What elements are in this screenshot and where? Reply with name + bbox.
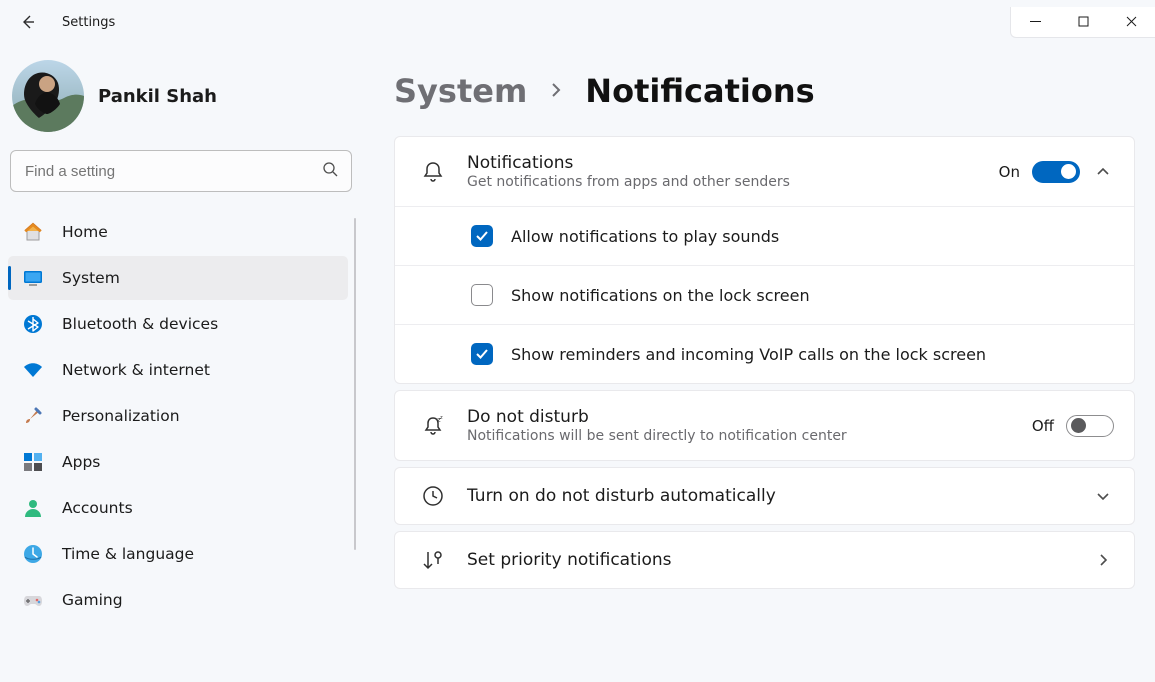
window-title: Settings bbox=[62, 15, 115, 30]
home-icon bbox=[22, 221, 44, 243]
breadcrumb-parent[interactable]: System bbox=[394, 72, 527, 110]
clock-icon bbox=[419, 484, 447, 508]
row-title: Notifications bbox=[467, 153, 979, 173]
checkbox[interactable] bbox=[471, 225, 493, 247]
chevron-right-icon bbox=[549, 82, 563, 101]
priority-icon bbox=[419, 548, 447, 572]
checkbox[interactable] bbox=[471, 343, 493, 365]
row-dnd[interactable]: zz Do not disturb Notifications will be … bbox=[395, 391, 1134, 460]
chevron-right-icon[interactable] bbox=[1092, 553, 1114, 567]
row-title: Set priority notifications bbox=[467, 550, 1072, 570]
dnd-bell-icon: zz bbox=[419, 414, 447, 438]
card-dnd: zz Do not disturb Notifications will be … bbox=[394, 390, 1135, 461]
sidebar-item-bluetooth[interactable]: Bluetooth & devices bbox=[8, 302, 348, 346]
close-button[interactable] bbox=[1107, 7, 1155, 37]
sidebar-item-time[interactable]: Time & language bbox=[8, 532, 348, 576]
sidebar-item-personalization[interactable]: Personalization bbox=[8, 394, 348, 438]
dnd-toggle[interactable] bbox=[1066, 415, 1114, 437]
search-icon bbox=[322, 161, 338, 181]
sidebar-item-label: Personalization bbox=[62, 407, 180, 425]
option-label: Show reminders and incoming VoIP calls o… bbox=[511, 345, 986, 364]
row-auto-dnd[interactable]: Turn on do not disturb automatically bbox=[395, 468, 1134, 524]
minimize-icon bbox=[1030, 16, 1041, 27]
card-auto-dnd: Turn on do not disturb automatically bbox=[394, 467, 1135, 525]
back-button[interactable] bbox=[14, 8, 42, 36]
system-icon bbox=[22, 267, 44, 289]
svg-text:z: z bbox=[440, 415, 443, 421]
close-icon bbox=[1126, 16, 1137, 27]
title-bar: Settings bbox=[0, 0, 1155, 44]
profile-name: Pankil Shah bbox=[98, 86, 217, 107]
sidebar-item-label: Network & internet bbox=[62, 361, 210, 379]
row-title: Do not disturb bbox=[467, 407, 1012, 427]
sidebar-item-network[interactable]: Network & internet bbox=[8, 348, 348, 392]
sidebar: Pankil Shah Home System bbox=[0, 44, 358, 682]
search-container bbox=[10, 150, 352, 192]
toggle-state-label: On bbox=[999, 163, 1020, 181]
wifi-icon bbox=[22, 359, 44, 381]
option-label: Allow notifications to play sounds bbox=[511, 227, 779, 246]
chevron-down-icon[interactable] bbox=[1092, 489, 1114, 503]
window-controls bbox=[1010, 7, 1155, 38]
option-lockscreen[interactable]: Show notifications on the lock screen bbox=[395, 265, 1134, 324]
nav: Home System Bluetooth & devices Network … bbox=[8, 210, 358, 622]
card-priority: Set priority notifications bbox=[394, 531, 1135, 589]
sidebar-scrollbar[interactable] bbox=[354, 218, 356, 550]
card-notifications: Notifications Get notifications from app… bbox=[394, 136, 1135, 384]
gamepad-icon bbox=[22, 589, 44, 611]
sidebar-item-home[interactable]: Home bbox=[8, 210, 348, 254]
row-subtitle: Get notifications from apps and other se… bbox=[467, 174, 979, 190]
checkbox[interactable] bbox=[471, 284, 493, 306]
bluetooth-icon bbox=[22, 313, 44, 335]
profile-block[interactable]: Pankil Shah bbox=[8, 44, 358, 150]
sidebar-item-system[interactable]: System bbox=[8, 256, 348, 300]
sidebar-item-label: Accounts bbox=[62, 499, 133, 517]
sidebar-item-label: System bbox=[62, 269, 120, 287]
maximize-button[interactable] bbox=[1059, 7, 1107, 37]
breadcrumb-current: Notifications bbox=[585, 72, 814, 110]
sidebar-item-label: Home bbox=[62, 223, 108, 241]
breadcrumb: System Notifications bbox=[394, 72, 1135, 110]
sidebar-item-accounts[interactable]: Accounts bbox=[8, 486, 348, 530]
search-input[interactable] bbox=[10, 150, 352, 192]
option-reminders-voip[interactable]: Show reminders and incoming VoIP calls o… bbox=[395, 324, 1134, 383]
toggle-state-label: Off bbox=[1032, 417, 1054, 435]
row-notifications[interactable]: Notifications Get notifications from app… bbox=[395, 137, 1134, 206]
avatar bbox=[12, 60, 84, 132]
sidebar-item-gaming[interactable]: Gaming bbox=[8, 578, 348, 622]
chevron-up-icon[interactable] bbox=[1092, 165, 1114, 179]
sidebar-item-label: Apps bbox=[62, 453, 100, 471]
paintbrush-icon bbox=[22, 405, 44, 427]
option-play-sounds[interactable]: Allow notifications to play sounds bbox=[395, 206, 1134, 265]
arrow-left-icon bbox=[20, 14, 36, 30]
person-icon bbox=[22, 497, 44, 519]
sidebar-item-label: Gaming bbox=[62, 591, 123, 609]
minimize-button[interactable] bbox=[1011, 7, 1059, 37]
option-label: Show notifications on the lock screen bbox=[511, 286, 810, 305]
notifications-toggle[interactable] bbox=[1032, 161, 1080, 183]
bell-icon bbox=[419, 160, 447, 184]
main-content: System Notifications Notifications Get n… bbox=[358, 44, 1155, 682]
apps-icon bbox=[22, 451, 44, 473]
sidebar-item-apps[interactable]: Apps bbox=[8, 440, 348, 484]
sidebar-item-label: Time & language bbox=[62, 545, 194, 563]
maximize-icon bbox=[1078, 16, 1089, 27]
row-subtitle: Notifications will be sent directly to n… bbox=[467, 428, 1012, 444]
sidebar-item-label: Bluetooth & devices bbox=[62, 315, 218, 333]
row-priority[interactable]: Set priority notifications bbox=[395, 532, 1134, 588]
clock-globe-icon bbox=[22, 543, 44, 565]
row-title: Turn on do not disturb automatically bbox=[467, 486, 1072, 506]
